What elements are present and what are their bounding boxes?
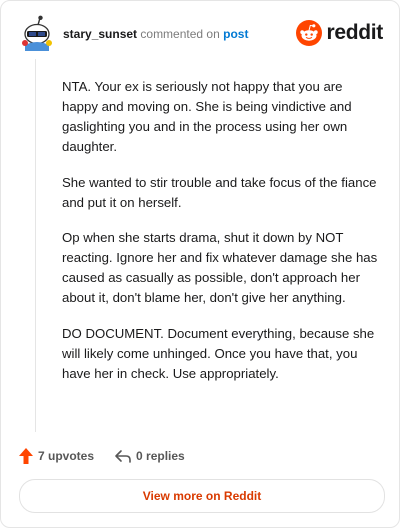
upvote-arrow-icon xyxy=(19,448,33,464)
reply-count: 0 replies xyxy=(136,449,185,463)
reddit-wordmark: reddit xyxy=(326,21,383,44)
view-more-button[interactable]: View more on Reddit xyxy=(19,479,385,513)
reddit-logo-icon xyxy=(296,20,323,46)
reddit-brand[interactable]: reddit xyxy=(296,19,383,47)
username-link[interactable]: stary_sunset xyxy=(63,27,137,41)
upvote-count: 7 upvotes xyxy=(38,449,95,463)
comment-body: NTA. Your ex is seriously not happy that… xyxy=(62,77,380,400)
comment-byline: stary_sunset commented on post xyxy=(63,26,248,42)
embedded-comment-card: stary_sunset commented on post reddit NT… xyxy=(0,0,400,528)
comment-header: stary_sunset commented on post reddit xyxy=(21,15,383,55)
comment-paragraph: She wanted to stir trouble and take focu… xyxy=(62,174,377,210)
commented-on-text: commented on xyxy=(140,27,220,41)
reply-arrow-icon xyxy=(115,450,131,463)
comment-actions: 7 upvotes 0 replies xyxy=(18,445,205,467)
comment-paragraph: NTA. Your ex is seriously not happy that… xyxy=(62,79,352,154)
comment-paragraph: Op when she starts drama, shut it down b… xyxy=(62,230,378,306)
snoo-avatar-icon[interactable] xyxy=(21,15,53,51)
post-link[interactable]: post xyxy=(223,27,248,41)
comment-paragraph: DO DOCUMENT. Document everything, becaus… xyxy=(62,326,375,381)
thread-line xyxy=(35,59,36,432)
reply-button[interactable]: 0 replies xyxy=(114,448,185,464)
upvote-button[interactable]: 7 upvotes xyxy=(18,447,94,465)
